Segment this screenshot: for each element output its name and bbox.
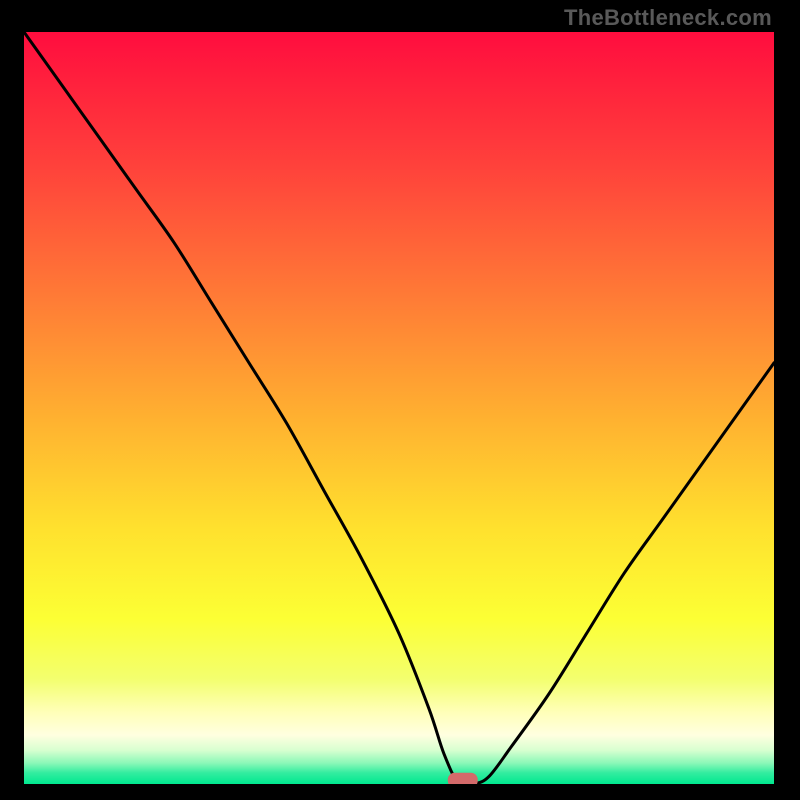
attribution-text: TheBottleneck.com	[564, 5, 772, 31]
bottleneck-chart	[24, 32, 774, 784]
optimal-marker	[448, 773, 478, 784]
chart-frame	[24, 32, 774, 784]
gradient-background	[24, 32, 774, 784]
